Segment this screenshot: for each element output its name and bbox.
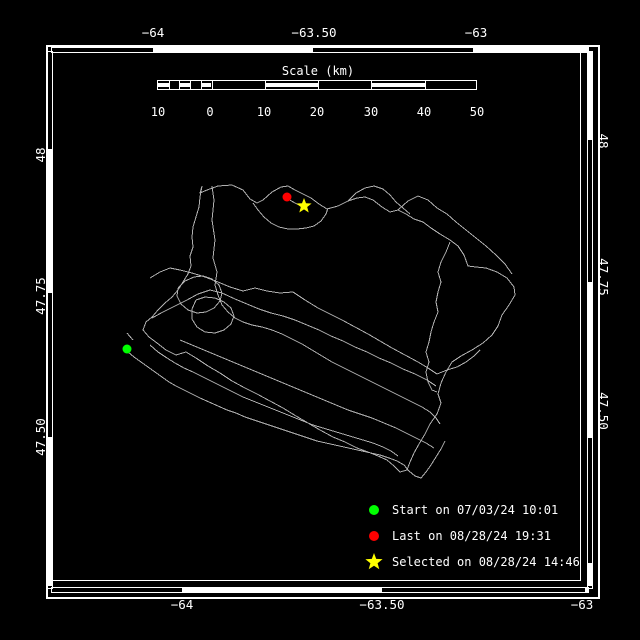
legend-label-2: Selected on 08/28/24 14:46 xyxy=(392,555,580,569)
scale-bar-graphic xyxy=(157,80,477,90)
scale-bar-divider xyxy=(424,81,426,89)
track-polyline xyxy=(149,344,399,457)
track-polyline xyxy=(176,275,223,314)
scale-bar-divider xyxy=(168,81,170,89)
scale-bar-tick-label: 0 xyxy=(206,105,214,119)
axis-label-bottom: −63 xyxy=(570,597,594,612)
scale-bar-title: Scale (km) xyxy=(281,64,355,78)
legend-marker-2 xyxy=(365,553,383,570)
scale-bar-divider xyxy=(211,81,213,89)
track-polyline xyxy=(151,289,437,387)
legend-label-0: Start on 07/03/24 10:01 xyxy=(392,503,559,517)
axis-label-bottom: −64 xyxy=(170,597,194,612)
axis-label-left: 47.75 xyxy=(33,277,48,315)
track-map-screen: −64 −63.50 −63 −64 −63.50 −63 48 47.75 47.50 48 47… xyxy=(0,0,640,640)
axis-label-right: 47.75 xyxy=(596,258,611,296)
scale-bar-divider xyxy=(318,81,320,89)
axis-label-right: 47.50 xyxy=(596,392,611,430)
track-polyline xyxy=(252,202,329,230)
scale-bar-tick-label: 10 xyxy=(150,105,166,119)
track-polyline xyxy=(127,351,446,479)
scale-bar-tick-label: 40 xyxy=(416,105,432,119)
legend-marker-0 xyxy=(369,505,379,515)
axis-label-right: 48 xyxy=(596,133,611,149)
scale-bar-tick-label: 20 xyxy=(309,105,325,119)
legend-label-1: Last on 08/28/24 19:31 xyxy=(392,529,551,543)
scale-bar-tick-label: 30 xyxy=(363,105,379,119)
track-plot-canvas[interactable] xyxy=(0,0,640,640)
scale-bar-divider xyxy=(190,81,192,89)
legend-marker-1 xyxy=(369,531,379,541)
selected-position-marker[interactable] xyxy=(296,198,312,213)
axis-label-left: 47.50 xyxy=(33,418,48,456)
last-position-marker[interactable] xyxy=(282,192,292,202)
axis-label-left: 48 xyxy=(33,147,48,163)
scale-bar-stripe xyxy=(179,83,191,87)
start-position-marker[interactable] xyxy=(122,344,132,354)
scale-bar-tick-label: 50 xyxy=(469,105,485,119)
scale-bar-tick-label: 10 xyxy=(256,105,272,119)
scale-bar-stripe xyxy=(158,83,169,87)
track-polyline xyxy=(397,195,513,275)
axis-label-top: −63 xyxy=(464,25,488,40)
track-polyline xyxy=(126,332,134,341)
scale-bar-stripe xyxy=(371,83,425,87)
track-polyline xyxy=(191,296,235,334)
track-polyline xyxy=(149,267,481,375)
scale-bar-stripe xyxy=(200,83,212,87)
axis-label-top: −64 xyxy=(141,25,165,40)
track-lines xyxy=(126,184,516,479)
axis-label-bottom: −63.50 xyxy=(359,597,405,612)
axis-label-top: −63.50 xyxy=(291,25,337,40)
scale-bar-stripe xyxy=(264,83,319,87)
track-polyline xyxy=(347,185,411,215)
